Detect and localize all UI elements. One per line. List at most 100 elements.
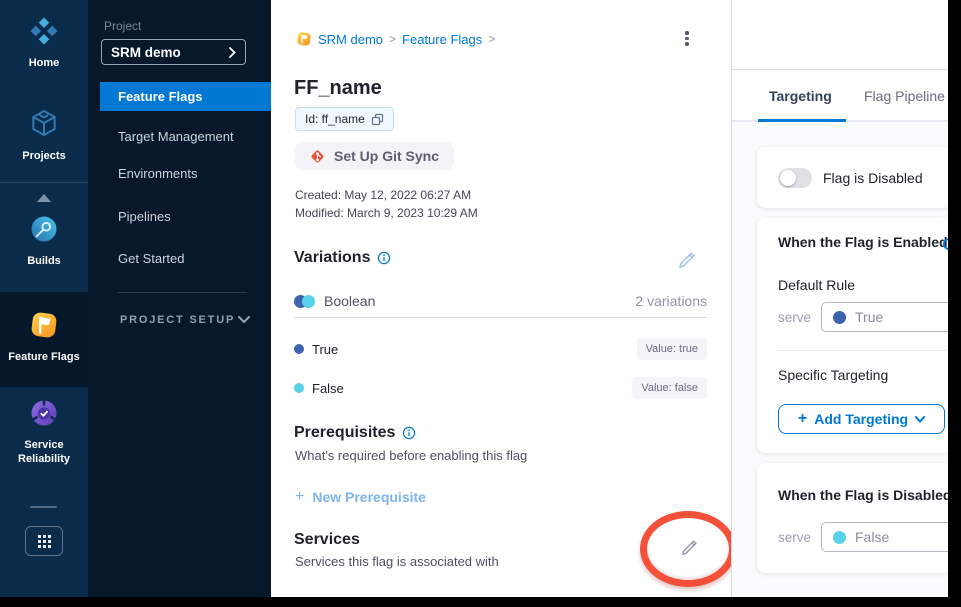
home-icon <box>29 16 59 51</box>
serve-label: serve <box>778 310 811 325</box>
rail-label: Home <box>0 56 88 70</box>
sidebar-item-feature-flags[interactable]: Feature Flags <box>100 82 271 111</box>
prerequisites-heading: Prerequisites <box>294 424 416 442</box>
rail-label: Service Reliability <box>0 438 88 466</box>
default-rule-label: Default Rule <box>778 277 855 293</box>
grid-icon <box>38 535 51 548</box>
prerequisites-description: What's required before enabling this fla… <box>295 448 527 463</box>
app-window: Home Projects <box>0 0 948 597</box>
chevron-down-icon <box>915 416 925 423</box>
project-setup-label: PROJECT SETUP <box>120 314 238 326</box>
flag-enabled-card: When the Flag is Enabled Default Rule se… <box>757 218 948 453</box>
rail-item-builds[interactable]: Builds <box>0 214 88 268</box>
variation-value-badge: Value: true <box>637 338 707 360</box>
tab-targeting[interactable]: Targeting <box>769 88 832 104</box>
specific-targeting-label: Specific Targeting <box>778 367 888 383</box>
breadcrumb-separator: > <box>488 32 495 46</box>
plus-icon: + <box>295 488 304 506</box>
serve-label: serve <box>778 530 811 545</box>
variation-type-label: Boolean <box>324 293 635 309</box>
serve-value: False <box>855 529 889 545</box>
services-heading: Services <box>294 531 360 549</box>
serve-variation-dropdown[interactable]: True <box>821 302 948 332</box>
variation-type-row: Boolean 2 variations <box>294 292 707 310</box>
panel-content: Flag is Disabled When the Flag is Enable… <box>732 123 948 597</box>
flag-title: FF_name <box>294 77 382 100</box>
add-targeting-button[interactable]: + Add Targeting <box>778 404 945 434</box>
plus-icon: + <box>798 410 807 428</box>
setup-git-sync-button[interactable]: Set Up Git Sync <box>295 142 454 170</box>
rail-label: Feature Flags <box>0 350 88 364</box>
rail-item-feature-flags[interactable]: Feature Flags <box>0 310 88 364</box>
false-variation-dot <box>833 531 846 544</box>
breadcrumb-project-link[interactable]: SRM demo <box>318 32 383 47</box>
rail-divider <box>0 182 88 183</box>
sidebar-item-pipelines[interactable]: Pipelines <box>88 202 271 231</box>
breadcrumb-section-link[interactable]: Feature Flags <box>402 32 482 47</box>
serve-variation-dropdown[interactable]: False <box>821 522 948 552</box>
copy-icon[interactable] <box>371 113 384 126</box>
variations-divider <box>294 317 707 318</box>
card-divider <box>778 350 948 351</box>
disabled-card-heading: When the Flag is Disabled <box>778 487 948 503</box>
rail-item-projects[interactable]: Projects <box>0 107 88 163</box>
flag-state-label: Flag is Disabled <box>823 170 923 186</box>
project-selector-value: SRM demo <box>111 45 229 60</box>
serve-value: True <box>855 309 883 325</box>
true-variation-dot <box>833 311 846 324</box>
sidebar-item-target-management[interactable]: Target Management <box>88 122 271 151</box>
rail-item-home[interactable]: Home <box>0 16 88 70</box>
flag-id-badge: Id: ff_name <box>295 107 394 131</box>
variation-name: False <box>312 381 632 396</box>
project-selector[interactable]: SRM demo <box>101 39 246 65</box>
variations-edit-pencil-icon[interactable] <box>677 250 697 275</box>
sidebar-item-get-started[interactable]: Get Started <box>88 244 271 273</box>
all-modules-button[interactable] <box>25 526 63 556</box>
builds-icon <box>29 214 59 249</box>
rail-label: Projects <box>0 149 88 163</box>
variation-row-false: False Value: false <box>294 377 707 399</box>
sidebar-item-environments[interactable]: Environments <box>88 159 271 188</box>
flag-enabled-toggle[interactable] <box>778 168 812 188</box>
false-variation-dot <box>294 383 304 393</box>
modified-timestamp: Modified: March 9, 2023 10:29 AM <box>295 206 478 220</box>
sidebar-divider <box>118 292 247 293</box>
project-setup-section[interactable]: PROJECT SETUP <box>120 314 250 326</box>
rail-label: Builds <box>0 254 88 268</box>
main-content: SRM demo > Feature Flags > FF_name Id: f… <box>271 0 731 597</box>
info-icon[interactable] <box>377 251 391 265</box>
info-icon[interactable] <box>402 426 416 440</box>
rail-item-service-reliability[interactable]: Service Reliability <box>0 398 88 466</box>
project-section-label: Project <box>104 19 141 33</box>
flag-state-card: Flag is Disabled <box>757 147 948 208</box>
panel-header <box>732 0 948 70</box>
info-icon[interactable] <box>943 238 948 250</box>
chevron-right-icon <box>229 47 236 58</box>
more-options-kebab-icon[interactable] <box>680 31 694 51</box>
collapse-caret-icon[interactable] <box>37 194 51 202</box>
project-sidebar: Project SRM demo Feature Flags Target Ma… <box>88 0 271 597</box>
feature-flags-breadcrumb-icon <box>296 31 312 47</box>
tab-flag-pipeline[interactable]: Flag Pipeline <box>864 88 945 104</box>
service-reliability-icon <box>29 398 59 433</box>
chevron-down-icon <box>238 316 250 324</box>
variation-value-badge: Value: false <box>632 377 707 399</box>
screenshot-frame: Home Projects <box>0 0 961 607</box>
breadcrumb-separator: > <box>389 32 396 46</box>
module-rail: Home Projects <box>0 0 88 597</box>
variation-name: True <box>312 342 637 357</box>
details-panel: Targeting Flag Pipeline Flag is Disabled… <box>731 0 948 597</box>
variations-heading: Variations <box>294 249 391 267</box>
git-icon <box>310 149 325 164</box>
active-tab-underline <box>758 119 846 122</box>
projects-cube-icon <box>28 107 60 144</box>
variation-count: 2 variations <box>635 293 707 309</box>
services-description: Services this flag is associated with <box>295 554 499 569</box>
breadcrumb: SRM demo > Feature Flags > <box>296 31 495 47</box>
true-variation-dot <box>294 344 304 354</box>
new-prerequisite-button[interactable]: + New Prerequisite <box>295 488 426 506</box>
panel-tabbar: Targeting Flag Pipeline <box>732 71 948 122</box>
boolean-type-icon <box>294 295 315 308</box>
created-timestamp: Created: May 12, 2022 06:27 AM <box>295 188 471 202</box>
rail-divider-short <box>30 506 57 508</box>
